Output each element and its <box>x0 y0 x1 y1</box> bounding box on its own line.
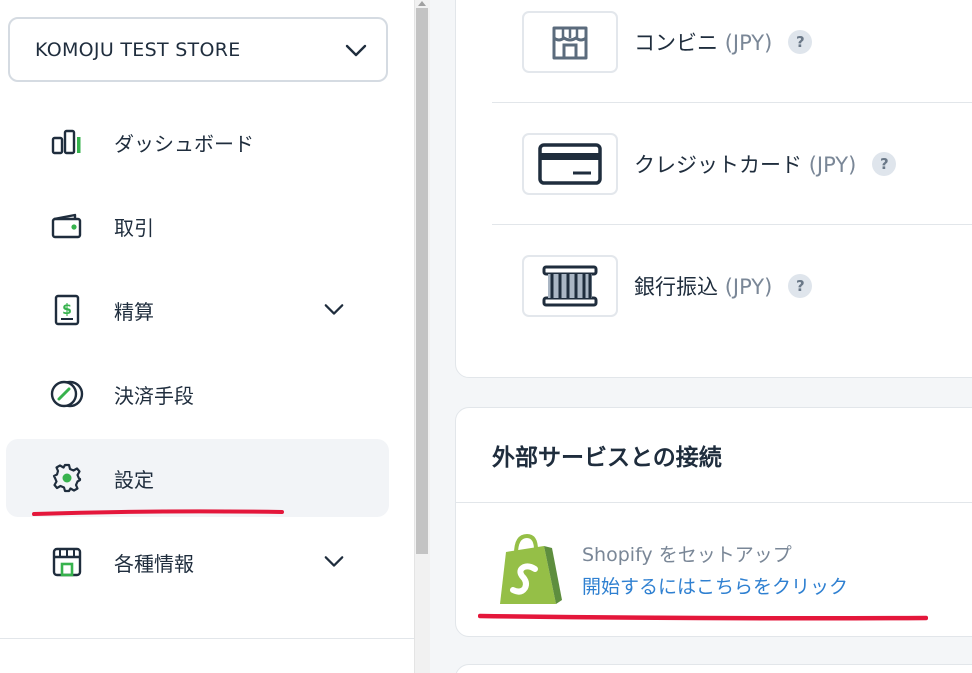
chevron-down-icon[interactable] <box>323 550 345 576</box>
payment-method-row: 銀行振込 (JPY) ? <box>492 225 972 347</box>
sidebar-item-label: ダッシュボード <box>114 131 254 156</box>
sidebar-item-label: 設定 <box>114 467 154 492</box>
bar-chart-icon <box>50 125 84 159</box>
payment-method-currency: (JPY) <box>808 152 857 177</box>
payment-methods-card: コンビニ (JPY) ? クレジットカード (JPY) ? 銀行振込 (JPY)… <box>455 0 972 378</box>
sidebar-item-label: 決済手段 <box>114 383 194 408</box>
annotation-underline <box>478 613 928 621</box>
chevron-down-icon[interactable] <box>323 298 345 324</box>
external-services-card: 外部サービスとの接続 Shopify をセットアップ 開始するにはこちらをクリッ… <box>455 407 972 637</box>
shopify-setup-title: Shopify をセットアップ <box>582 544 792 566</box>
payment-method-label: コンビニ <box>634 30 718 55</box>
payment-method-row: クレジットカード (JPY) ? <box>492 103 972 225</box>
sidebar-item-settings[interactable]: 設定 <box>6 439 389 517</box>
shopify-setup-link[interactable]: 開始するにはこちらをクリック <box>582 572 848 599</box>
shopify-logo-icon <box>500 533 562 604</box>
scrollbar-thumb[interactable] <box>416 8 428 554</box>
help-icon[interactable]: ? <box>872 151 897 176</box>
store-name: KOMOJU TEST STORE <box>35 38 241 61</box>
sidebar-item-payment-methods[interactable]: 決済手段 <box>6 355 389 433</box>
store-icon <box>522 10 618 73</box>
svg-text:$: $ <box>62 302 72 318</box>
help-icon[interactable]: ? <box>788 274 813 298</box>
sidebar-divider <box>0 638 414 639</box>
payment-method-name: クレジットカード (JPY) <box>634 149 856 179</box>
sidebar-item-info[interactable]: 各種情報 <box>6 523 389 601</box>
sidebar-nav: ダッシュボード 取引 $ 精算 決済手段 設定 各種情報 <box>6 103 389 607</box>
credit-card-icon <box>522 132 618 195</box>
payment-method-label: クレジットカード <box>634 152 802 177</box>
main-content: コンビニ (JPY) ? クレジットカード (JPY) ? 銀行振込 (JPY)… <box>431 0 972 673</box>
payment-method-name: コンビニ (JPY) <box>634 27 772 57</box>
section-title: 外部サービスとの接続 <box>492 445 722 471</box>
sidebar-item-transactions[interactable]: 取引 <box>6 187 389 265</box>
help-icon[interactable]: ? <box>788 29 813 54</box>
store-info-icon <box>50 545 84 579</box>
sidebar-item-label: 取引 <box>114 215 154 240</box>
sidebar-item-label: 精算 <box>114 299 154 324</box>
payment-method-currency: (JPY) <box>724 30 773 55</box>
sidebar: KOMOJU TEST STORE ダッシュボード 取引 $ 精算 決済手段 設… <box>0 0 414 673</box>
section-divider <box>456 502 972 503</box>
chevron-down-icon <box>344 38 368 62</box>
payment-method-row: コンビニ (JPY) ? <box>492 0 972 103</box>
sidebar-item-dashboard[interactable]: ダッシュボード <box>6 103 389 181</box>
payment-method-currency: (JPY) <box>724 275 773 299</box>
next-card <box>455 664 972 673</box>
sidebar-item-label: 各種情報 <box>114 551 194 576</box>
sidebar-item-payouts[interactable]: $ 精算 <box>6 271 389 349</box>
payment-method-name: 銀行振込 (JPY) <box>634 271 772 301</box>
payout-icon: $ <box>50 293 84 327</box>
annotation-underline <box>32 509 284 516</box>
wallet-icon <box>50 209 84 243</box>
payment-method-icon <box>50 377 84 411</box>
gear-icon <box>50 461 84 495</box>
bank-icon <box>522 255 618 317</box>
payment-method-label: 銀行振込 <box>634 275 718 299</box>
store-selector[interactable]: KOMOJU TEST STORE <box>8 17 388 82</box>
scroll-up-arrow-icon[interactable] <box>418 0 426 6</box>
